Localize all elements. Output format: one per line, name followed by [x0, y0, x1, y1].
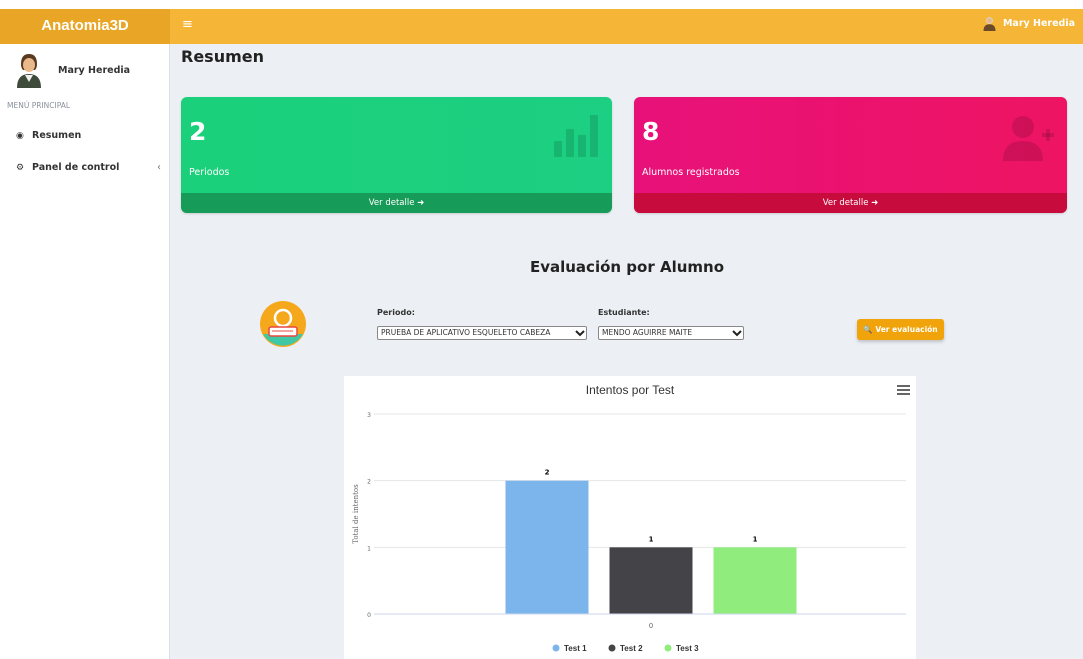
chart-menu-icon[interactable] — [897, 385, 910, 397]
sidebar-item-label: Panel de control — [32, 162, 120, 173]
section-title: Evaluación por Alumno — [529, 258, 725, 276]
ver-evaluacion-button[interactable]: 🔍 Ver evaluación — [857, 319, 944, 340]
ver-detalle-periodos-link[interactable]: Ver detalle ➜ — [181, 193, 612, 213]
user-avatar-icon — [983, 17, 996, 31]
y-tick-label: 3 — [367, 412, 371, 419]
sidebar-item-resumen[interactable]: ◉ Resumen — [16, 130, 161, 141]
sidebar-item-label: Resumen — [32, 130, 82, 141]
bar-test-1 — [505, 480, 589, 614]
sidebar-item-panel-de-control[interactable]: ⚙ Panel de control ‹ — [16, 162, 161, 173]
page-title: Resumen — [181, 47, 264, 66]
stat-value: 8 — [642, 117, 660, 146]
chevron-down-icon — [731, 329, 743, 337]
data-label: 1 — [649, 535, 654, 543]
stat-box-alumnos: 8 Alumnos registrados Ver detalle ➜ — [634, 97, 1067, 213]
x-tick-label: 0 — [649, 622, 653, 630]
legend-item: Test 3 — [676, 644, 699, 653]
link-label: Ver detalle — [368, 198, 415, 208]
sidebar-section-header: MENÚ PRINCIPAL — [7, 101, 71, 110]
estudiante-selected-value: MENDO AGUIRRE MAITE — [602, 328, 693, 337]
bar-test-3 — [713, 547, 797, 614]
top-navbar: Anatomia3D ≡ Mary Heredia — [0, 9, 1083, 44]
legend-item: Test 1 — [564, 644, 587, 653]
legend-marker — [608, 644, 616, 652]
link-label: Ver detalle — [822, 198, 869, 208]
y-tick-label: 0 — [367, 612, 371, 619]
estudiante-label: Estudiante: — [598, 308, 650, 317]
stat-label: Alumnos registrados — [642, 167, 740, 178]
dashboard-icon: ◉ — [16, 130, 24, 141]
periodo-select[interactable]: PRUEBA DE APLICATIVO ESQUELETO CABEZA — [377, 326, 587, 340]
chart-card: Intentos por Test 0 1 2 3 Total de intentos 2 1… — [344, 376, 916, 659]
data-label: 2 — [545, 469, 550, 477]
legend-marker — [552, 644, 560, 652]
arrow-circle-right-icon: ➜ — [871, 198, 879, 208]
navbar-user-menu[interactable]: Mary Heredia — [982, 16, 1075, 31]
y-tick-label: 2 — [367, 479, 371, 486]
gear-icon: ⚙ — [16, 162, 25, 173]
sidebar-user-name: Mary Heredia — [58, 64, 131, 76]
periodo-selected-value: PRUEBA DE APLICATIVO ESQUELETO CABEZA — [381, 328, 551, 337]
periodo-label: Periodo: — [377, 308, 415, 317]
sidebar-user-panel: Mary Heredia — [16, 52, 130, 88]
search-icon: 🔍 — [863, 325, 873, 334]
legend-item: Test 2 — [620, 644, 643, 653]
chevron-left-icon: ‹ — [157, 162, 161, 173]
button-label: Ver evaluación — [875, 325, 938, 334]
bar-chart: Intentos por Test 0 1 2 3 Total de intentos 2 1… — [352, 383, 906, 653]
stat-label: Periodos — [189, 167, 230, 178]
app-logo[interactable]: Anatomia3D — [0, 9, 170, 44]
data-label: 1 — [753, 535, 758, 543]
top-strip — [0, 0, 1083, 9]
chevron-down-icon — [574, 329, 586, 337]
stat-box-periodos: 2 Periodos Ver detalle ➜ — [181, 97, 612, 213]
student-evaluation-icon — [260, 301, 306, 347]
main-content: Resumen 2 Periodos Ver detalle ➜ 8 Alumn… — [171, 44, 1083, 659]
bar-chart-icon — [554, 115, 598, 157]
ver-detalle-alumnos-link[interactable]: Ver detalle ➜ — [634, 193, 1067, 213]
user-plus-icon — [1003, 116, 1054, 161]
sidebar: Mary Heredia MENÚ PRINCIPAL ◉ Resumen ⚙ … — [0, 44, 170, 659]
estudiante-select[interactable]: MENDO AGUIRRE MAITE — [598, 326, 744, 340]
user-avatar-icon — [17, 54, 41, 88]
chart-title: Intentos por Test — [586, 383, 675, 397]
navbar-user-name: Mary Heredia — [1002, 18, 1075, 29]
legend-marker — [664, 644, 672, 652]
sidebar-toggle-icon[interactable]: ≡ — [182, 18, 193, 32]
y-tick-label: 1 — [367, 545, 371, 552]
y-axis-title: Total de intentos — [352, 484, 360, 544]
stat-value: 2 — [189, 117, 207, 146]
bar-test-2 — [609, 547, 693, 614]
arrow-circle-right-icon: ➜ — [417, 198, 425, 208]
